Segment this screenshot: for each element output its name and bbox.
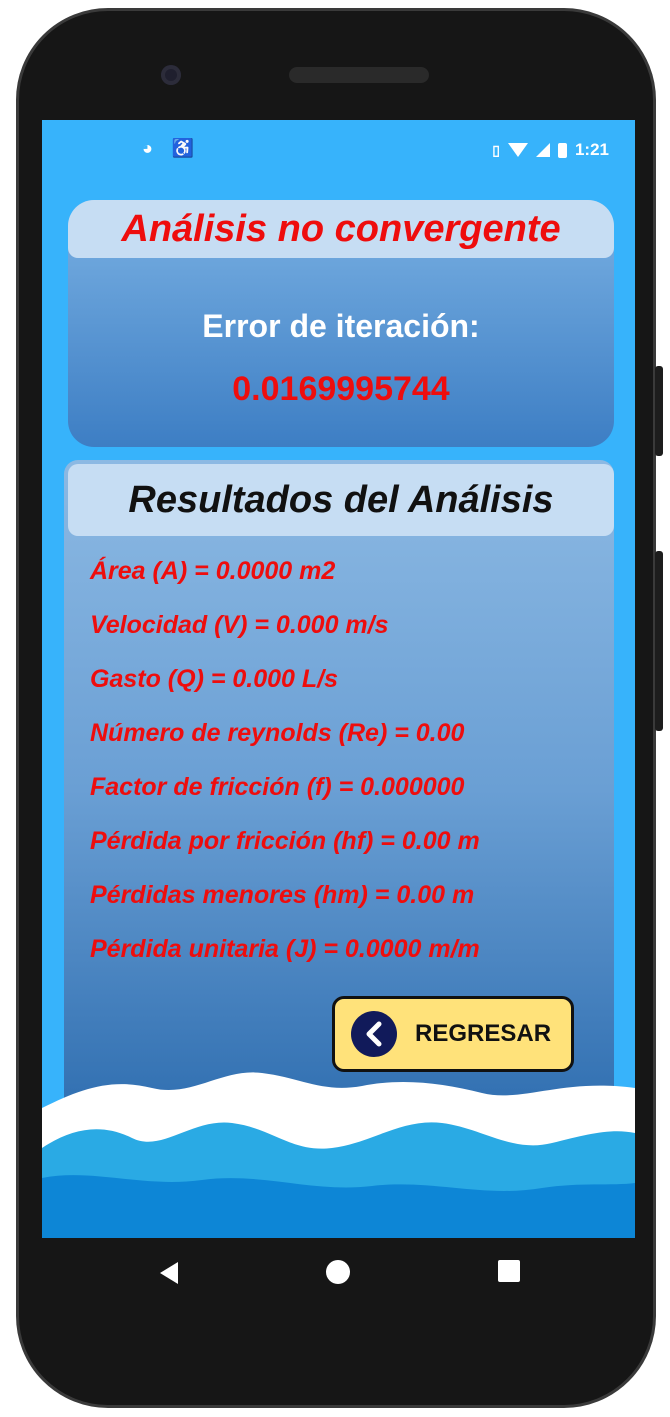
system-nav-bar xyxy=(42,1238,635,1348)
app-notification-icon: ◕ xyxy=(142,138,153,158)
status-bar: ◕ ♿ ▯ 1:21 xyxy=(42,120,635,180)
result-friccion-factor: Factor de fricción (f) = 0.000000 xyxy=(90,773,465,801)
back-button-label: REGRESAR xyxy=(415,1020,552,1047)
convergence-header: Análisis no convergente xyxy=(68,200,614,258)
chevron-left-icon xyxy=(351,1011,397,1057)
front-camera xyxy=(161,65,181,85)
results-title: Resultados del Análisis xyxy=(128,479,554,521)
convergence-title: Análisis no convergente xyxy=(121,208,561,250)
result-area: Área (A) = 0.0000 m2 xyxy=(90,557,336,585)
signal-icon xyxy=(535,143,550,157)
wifi-icon xyxy=(507,143,528,157)
battery-icon xyxy=(557,142,567,158)
error-value: 0.0169995744 xyxy=(232,370,450,408)
nav-home-icon[interactable] xyxy=(326,1260,350,1284)
result-gasto: Gasto (Q) = 0.000 L/s xyxy=(90,665,339,693)
convergence-card: Análisis no convergente Error de iteraci… xyxy=(68,200,614,447)
error-label: Error de iteración: xyxy=(202,308,480,344)
nav-back-icon[interactable] xyxy=(160,1262,178,1284)
speaker-grille xyxy=(289,67,429,83)
wave-decoration xyxy=(42,1072,635,1238)
result-velocidad: Velocidad (V) = 0.000 m/s xyxy=(90,611,389,639)
results-header: Resultados del Análisis xyxy=(68,464,614,536)
app-screen: ◕ ♿ ▯ 1:21 Análisis no convergente Error… xyxy=(42,120,635,1238)
status-time: 1:21 xyxy=(574,140,609,159)
power-button xyxy=(655,366,663,456)
vibrate-icon: ▯ xyxy=(492,141,500,158)
result-reynolds: Número de reynolds (Re) = 0.00 xyxy=(90,719,465,747)
back-button[interactable]: REGRESAR xyxy=(332,996,574,1072)
nav-recent-icon[interactable] xyxy=(498,1260,520,1282)
status-left-icons: ◕ ♿ xyxy=(142,138,208,159)
results-list: Área (A) = 0.0000 m2 Velocidad (V) = 0.0… xyxy=(90,556,480,988)
accessibility-icon: ♿ xyxy=(171,138,195,158)
result-perdida-friccion: Pérdida por fricción (hf) = 0.00 m xyxy=(90,827,480,855)
result-perdida-unitaria: Pérdida unitaria (J) = 0.0000 m/m xyxy=(90,935,480,963)
volume-button xyxy=(655,551,663,731)
result-perdidas-menores: Pérdidas menores (hm) = 0.00 m xyxy=(90,881,475,909)
status-right-icons: ▯ 1:21 xyxy=(492,140,609,160)
